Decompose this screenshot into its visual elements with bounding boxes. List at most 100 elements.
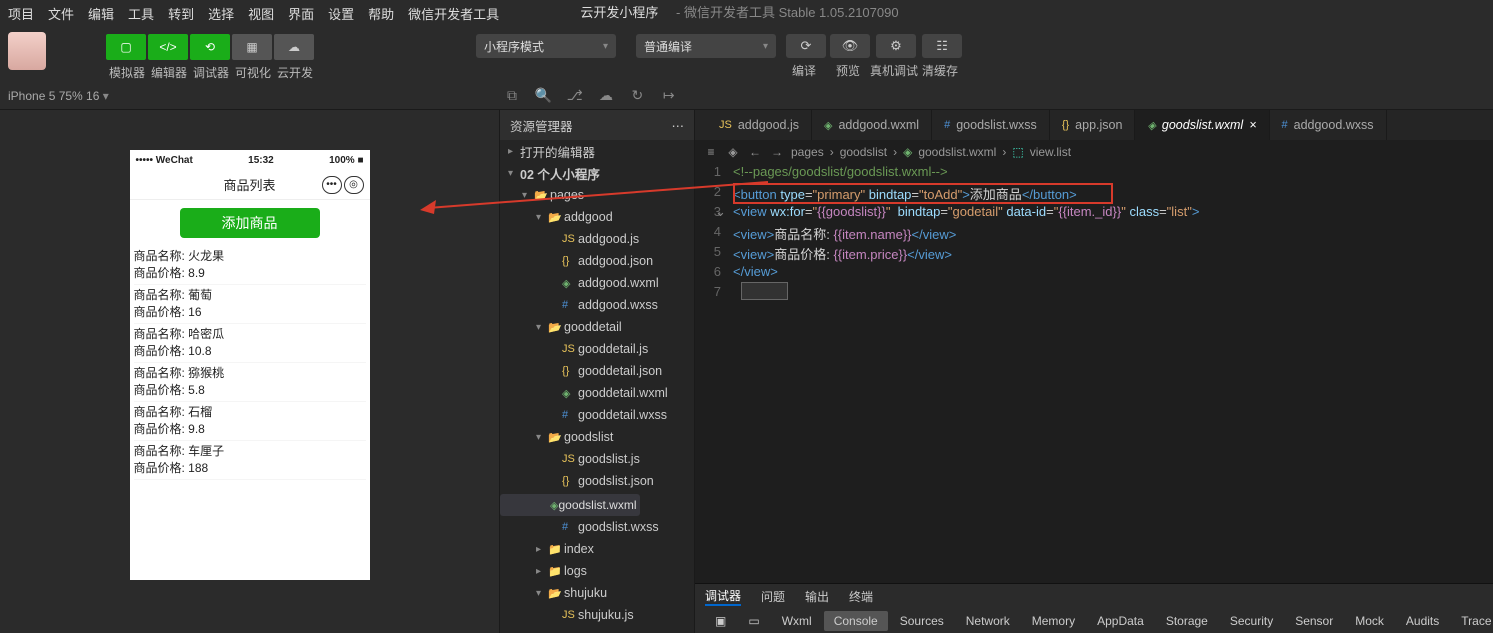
toolbar-真机调试[interactable]: ⚙ bbox=[876, 34, 916, 58]
open-editors-section[interactable]: ▸打开的编辑器 bbox=[500, 140, 694, 162]
menu-item[interactable]: 转到 bbox=[168, 4, 194, 23]
copy-icon[interactable]: ⧉ bbox=[498, 87, 526, 104]
devtools-tab[interactable]: Storage bbox=[1156, 611, 1218, 631]
refresh-icon[interactable]: ↻ bbox=[623, 87, 651, 104]
menu-item[interactable]: 界面 bbox=[288, 4, 314, 23]
editor-tab[interactable]: #goodslist.wxss bbox=[932, 110, 1050, 140]
menu-item[interactable]: 文件 bbox=[48, 4, 74, 23]
tree-item[interactable]: JSgooddetail.js bbox=[500, 338, 694, 360]
tree-item[interactable]: JSgoodslist.js bbox=[500, 448, 694, 470]
more-icon[interactable]: ⋯ bbox=[672, 118, 685, 133]
goods-item[interactable]: 商品名称: 猕猴桃商品价格: 5.8 bbox=[134, 363, 366, 402]
inspect-icon[interactable]: ▣ bbox=[705, 611, 736, 631]
devtools-tab[interactable]: Audits bbox=[1396, 611, 1449, 631]
devtools-tab[interactable]: Sensor bbox=[1285, 611, 1343, 631]
tree-item[interactable]: {}gooddetail.json bbox=[500, 360, 694, 382]
goods-item[interactable]: 商品名称: 车厘子商品价格: 188 bbox=[134, 441, 366, 480]
menu-item[interactable]: 视图 bbox=[248, 4, 274, 23]
view-toggle-group: ▢ </> ⟲ ▦ ☁ bbox=[106, 34, 316, 60]
devtools-tab[interactable]: Network bbox=[956, 611, 1020, 631]
devtools-tab[interactable]: Security bbox=[1220, 611, 1283, 631]
tree-item[interactable]: ▸📁index bbox=[500, 538, 694, 560]
capsule-menu-icon[interactable]: ••• bbox=[322, 176, 342, 194]
tree-item[interactable]: #gooddetail.wxss bbox=[500, 404, 694, 426]
editor-toggle[interactable]: </> bbox=[148, 34, 188, 60]
project-root[interactable]: ▾02 个人小程序 bbox=[500, 162, 694, 184]
devtools-tab[interactable]: Memory bbox=[1022, 611, 1085, 631]
simulator-toggle[interactable]: ▢ bbox=[106, 34, 146, 60]
export-icon[interactable]: ↦ bbox=[655, 87, 683, 104]
editor-tabs: JSaddgood.js◈addgood.wxml#goodslist.wxss… bbox=[695, 110, 1493, 140]
toolbar-编译[interactable]: ⟳ bbox=[786, 34, 826, 58]
editor-tab[interactable]: JSaddgood.js bbox=[707, 110, 812, 140]
bookmark-icon[interactable]: ◈ bbox=[725, 145, 741, 159]
tree-item[interactable]: ▾📂shujuku bbox=[500, 582, 694, 604]
back-icon[interactable]: ← bbox=[747, 145, 763, 159]
visual-toggle[interactable]: ▦ bbox=[232, 34, 272, 60]
toolbar-清缓存[interactable]: ☷ bbox=[922, 34, 962, 58]
chevron-down-icon[interactable]: ▾ bbox=[103, 89, 109, 103]
close-icon[interactable]: × bbox=[1249, 118, 1256, 132]
tree-item[interactable]: ▾📂pages bbox=[500, 184, 694, 206]
tree-item[interactable]: ▾📂goodslist bbox=[500, 426, 694, 448]
tree-item[interactable]: {}goodslist.json bbox=[500, 470, 694, 492]
tree-item[interactable]: JSaddgood.js bbox=[500, 228, 694, 250]
menu-item[interactable]: 工具 bbox=[128, 4, 154, 23]
tree-item[interactable]: ▾📂gooddetail bbox=[500, 316, 694, 338]
bottom-tab[interactable]: 输出 bbox=[805, 588, 829, 605]
bottom-tab[interactable]: 调试器 bbox=[705, 587, 741, 606]
menu-item[interactable]: 微信开发者工具 bbox=[408, 4, 499, 23]
toolbar-预览[interactable]: 👁 bbox=[830, 34, 870, 58]
editor-tab[interactable]: {}app.json bbox=[1050, 110, 1136, 140]
devtools-tab[interactable]: Wxml bbox=[772, 611, 822, 631]
menu-item[interactable]: 编辑 bbox=[88, 4, 114, 23]
devtools-tab[interactable]: Console bbox=[824, 611, 888, 631]
tree-item[interactable]: ◈goodslist.wxml bbox=[500, 494, 640, 516]
add-goods-button[interactable]: 添加商品 bbox=[180, 208, 320, 238]
menu-item[interactable]: 帮助 bbox=[368, 4, 394, 23]
selection-cursor bbox=[741, 282, 788, 300]
editor-action-icons: ⧉ 🔍 ⎇ ☁ ↻ ↦ bbox=[498, 87, 683, 104]
bottom-tab[interactable]: 终端 bbox=[849, 588, 873, 605]
menu-item[interactable]: 选择 bbox=[208, 4, 234, 23]
device-label[interactable]: iPhone 5 75% 16 bbox=[8, 89, 99, 103]
tree-item[interactable]: {}addgood.json bbox=[500, 250, 694, 272]
cloud-toggle[interactable]: ☁ bbox=[274, 34, 314, 60]
editor-tab[interactable]: #addgood.wxss bbox=[1270, 110, 1387, 140]
tree-item[interactable]: #addgood.wxss bbox=[500, 294, 694, 316]
tree-item[interactable]: ▾📂addgood bbox=[500, 206, 694, 228]
code-area[interactable]: 1<!--pages/goodslist/goodslist.wxml--> 2… bbox=[695, 164, 1493, 583]
tree-item[interactable]: JSshujuku.js bbox=[500, 604, 694, 626]
tree-item[interactable]: ◈gooddetail.wxml bbox=[500, 382, 694, 404]
goods-item[interactable]: 商品名称: 哈密瓜商品价格: 10.8 bbox=[134, 324, 366, 363]
goods-item[interactable]: 商品名称: 火龙果商品价格: 8.9 bbox=[134, 246, 366, 285]
tree-item[interactable]: ▸📁logs bbox=[500, 560, 694, 582]
compile-select[interactable]: 普通编译▾ bbox=[636, 34, 776, 58]
capsule-close-icon[interactable]: ◎ bbox=[344, 176, 364, 194]
bottom-panel-tabs: 调试器 问题 输出 终端 bbox=[695, 583, 1493, 609]
devtools-tab[interactable]: AppData bbox=[1087, 611, 1154, 631]
editor-tab[interactable]: ◈goodslist.wxml× bbox=[1135, 110, 1269, 140]
editor-tab[interactable]: ◈addgood.wxml bbox=[812, 110, 932, 140]
devtools-tab[interactable]: Mock bbox=[1345, 611, 1394, 631]
cloud-icon[interactable]: ☁ bbox=[592, 87, 620, 104]
devtools-tab[interactable]: Sources bbox=[890, 611, 954, 631]
debugger-toggle[interactable]: ⟲ bbox=[190, 34, 230, 60]
mode-select[interactable]: 小程序模式▾ bbox=[476, 34, 616, 58]
devtools-tabs: ▣ ▭ WxmlConsoleSourcesNetworkMemoryAppDa… bbox=[695, 609, 1493, 633]
forward-icon[interactable]: → bbox=[769, 145, 785, 159]
bottom-tab[interactable]: 问题 bbox=[761, 588, 785, 605]
goods-item[interactable]: 商品名称: 石榴商品价格: 9.8 bbox=[134, 402, 366, 441]
tree-item[interactable]: #goodslist.wxss bbox=[500, 516, 694, 538]
menu-item[interactable]: 项目 bbox=[8, 4, 34, 23]
avatar[interactable] bbox=[8, 32, 46, 70]
goods-item[interactable]: 商品名称: 葡萄商品价格: 16 bbox=[134, 285, 366, 324]
branch-icon[interactable]: ⎇ bbox=[561, 87, 589, 104]
toolbar: ▢ </> ⟲ ▦ ☁ 模拟器编辑器调试器可视化云开发 小程序模式▾ 普通编译▾… bbox=[0, 26, 1493, 82]
search-icon[interactable]: 🔍 bbox=[529, 87, 557, 104]
tree-item[interactable]: ◈addgood.wxml bbox=[500, 272, 694, 294]
list-icon[interactable]: ≡ bbox=[703, 145, 719, 159]
device-icon[interactable]: ▭ bbox=[738, 611, 769, 631]
devtools-tab[interactable]: Trace bbox=[1451, 611, 1493, 631]
menu-item[interactable]: 设置 bbox=[328, 4, 354, 23]
